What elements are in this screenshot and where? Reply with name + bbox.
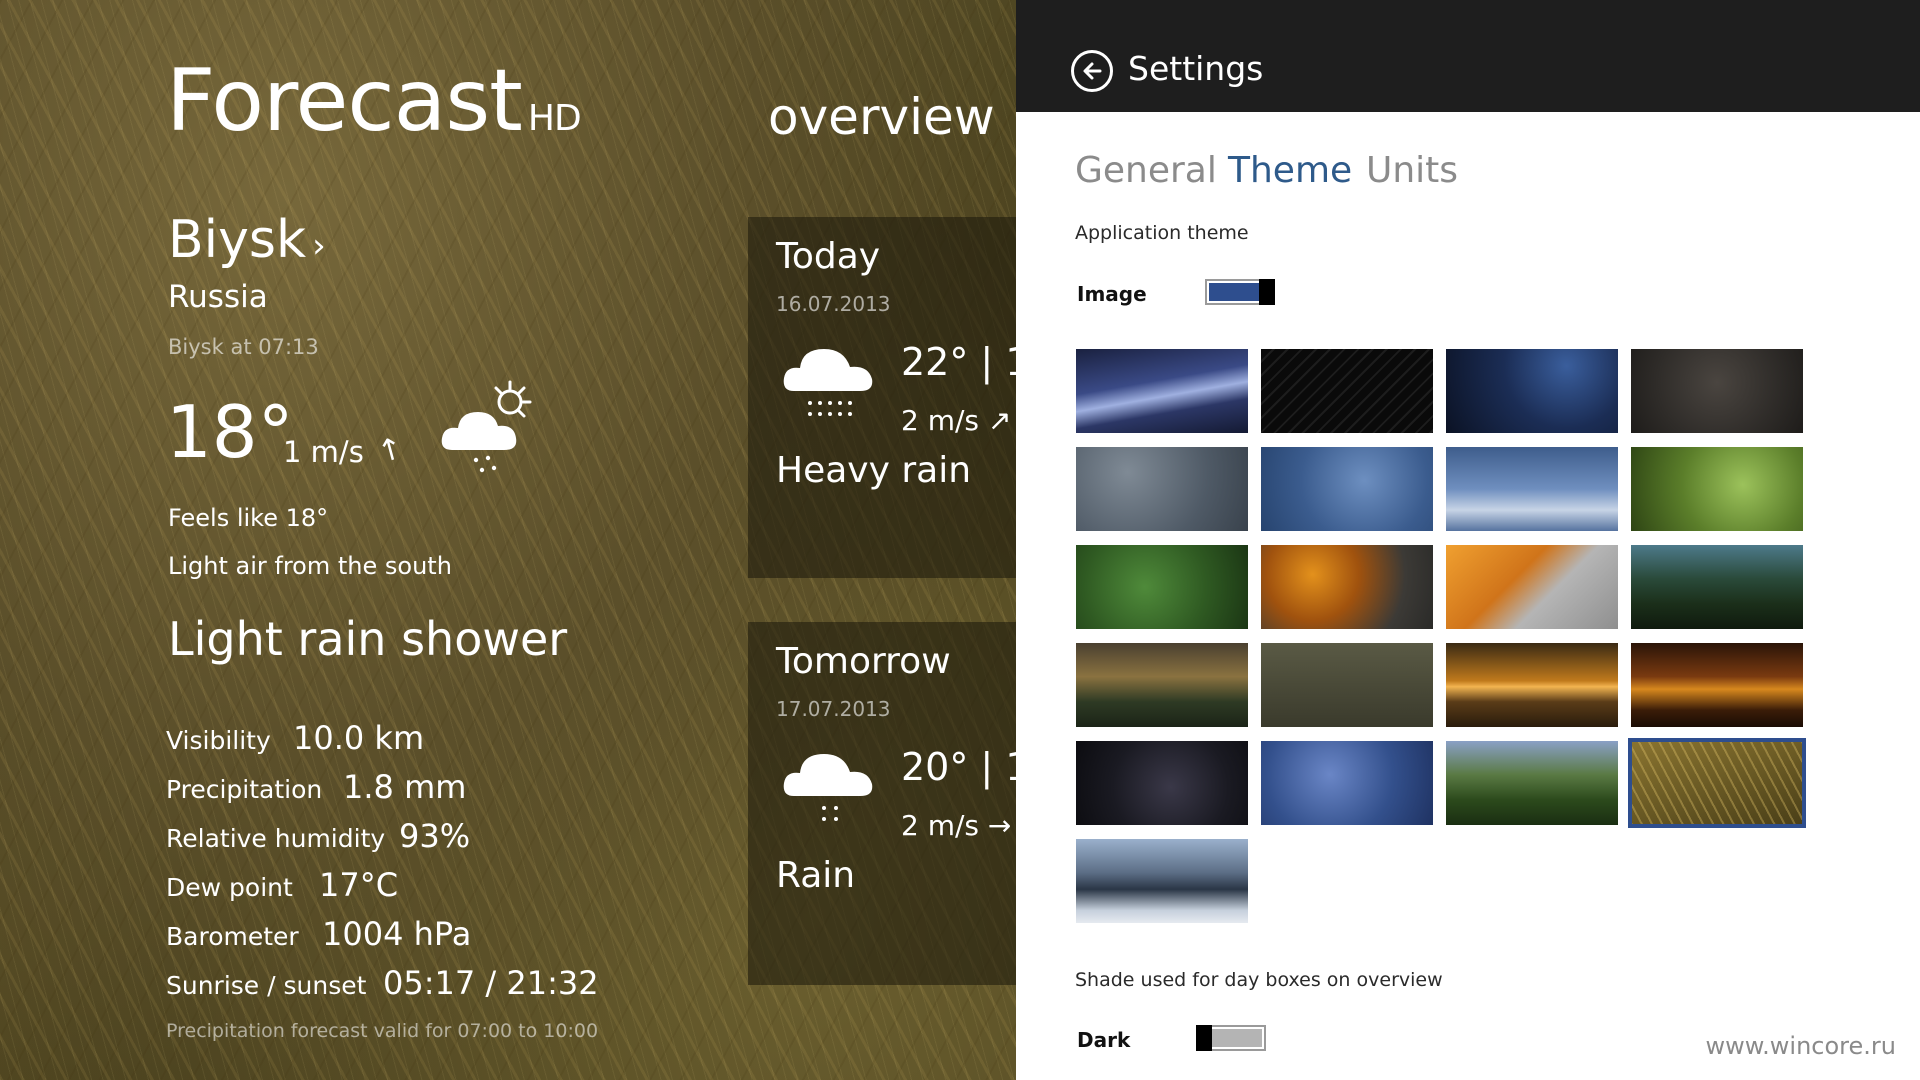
app-title-suffix: HD (527, 98, 582, 139)
dew-point-value: 17°C (319, 866, 399, 904)
wind-direction-icon: → (987, 809, 1012, 842)
theme-thumbnail-15[interactable] (1446, 643, 1618, 727)
sunrise-sunset-label: Sunrise / sunset (166, 971, 367, 1000)
tab-units[interactable]: Units (1366, 153, 1458, 189)
theme-thumbnail-2[interactable] (1261, 349, 1433, 433)
cloud-rain-icon (783, 754, 873, 821)
day-tile-tomorrow[interactable]: Tomorrow 17.07.2013 20° | 1 2 m/s → Rain (748, 622, 1016, 985)
application-theme-label: Application theme (1075, 222, 1249, 244)
theme-thumbnail-3[interactable] (1446, 349, 1618, 433)
theme-thumbnail-19[interactable] (1446, 741, 1618, 825)
visibility-label: Visibility (166, 726, 271, 755)
theme-thumbnail-1[interactable] (1076, 349, 1248, 433)
cloud-heavy-rain-icon (783, 349, 873, 416)
wind-description: Light air from the south (168, 552, 452, 580)
theme-thumbnail-10[interactable] (1261, 545, 1433, 629)
current-condition: Light rain shower (168, 612, 568, 666)
section-title: overview (768, 88, 995, 146)
visibility-value: 10.0 km (293, 719, 425, 757)
image-toggle-label: Image (1077, 282, 1147, 306)
day-wind-speed: 2 m/s (901, 809, 980, 842)
forecast-validity-note: Precipitation forecast valid for 07:00 t… (166, 1020, 599, 1042)
precipitation-value: 1.8 mm (343, 768, 467, 806)
back-button[interactable] (1071, 50, 1113, 92)
precipitation-label: Precipitation (166, 775, 323, 804)
dew-point-label: Dew point (166, 873, 293, 902)
current-temperature: 18° (166, 390, 294, 474)
theme-thumbnail-16[interactable] (1631, 643, 1803, 727)
theme-thumbnail-21[interactable] (1076, 839, 1248, 923)
barometer-label: Barometer (166, 922, 299, 951)
feels-like: Feels like 18° (168, 504, 329, 532)
city-selector[interactable]: Biysk › (168, 214, 326, 266)
forecast-app: Forecast HD overview Biysk › Russia Biysk … (0, 0, 1016, 1080)
wind-direction-icon: ↑ (373, 430, 408, 471)
tab-theme[interactable]: Theme (1228, 153, 1352, 189)
settings-flyout: Settings General Theme Units Application… (1016, 0, 1920, 1080)
barometer-value: 1004 hPa (322, 915, 472, 953)
shade-label: Shade used for day boxes on overview (1075, 969, 1443, 991)
image-toggle[interactable] (1205, 279, 1275, 305)
theme-thumbnail-5[interactable] (1076, 447, 1248, 531)
current-wind-speed: 1 m/s (283, 435, 364, 469)
watermark: www.wincore.ru (1705, 1032, 1896, 1060)
day-temperatures: 22° | 1 (901, 340, 1016, 384)
settings-header: Settings (1016, 0, 1920, 112)
day-condition: Heavy rain (776, 450, 972, 491)
shade-toggle[interactable] (1196, 1025, 1266, 1051)
day-tile-today[interactable]: Today 16.07.2013 22° | 1 2 m/s ↗ Heavy r… (748, 217, 1016, 578)
city-name: Biysk (168, 210, 307, 270)
tab-general[interactable]: General (1075, 153, 1217, 189)
theme-thumbnail-4[interactable] (1631, 349, 1803, 433)
theme-thumbnail-20[interactable] (1628, 738, 1806, 828)
theme-thumbnail-11[interactable] (1446, 545, 1618, 629)
humidity-label: Relative humidity (166, 824, 386, 853)
day-date: 16.07.2013 (776, 292, 891, 316)
toggle-thumb (1259, 279, 1275, 305)
theme-thumbnail-7[interactable] (1446, 447, 1618, 531)
theme-thumbnail-18[interactable] (1261, 741, 1433, 825)
theme-thumbnail-12[interactable] (1631, 545, 1803, 629)
theme-thumbnail-8[interactable] (1631, 447, 1803, 531)
toggle-thumb (1196, 1025, 1212, 1051)
day-wind: 2 m/s → (901, 812, 1011, 840)
wind-direction-icon: ↗ (987, 404, 1012, 437)
app-title: Forecast HD (166, 58, 582, 144)
day-name: Today (776, 236, 881, 277)
observation-time: Biysk at 07:13 (168, 335, 319, 359)
theme-thumbnail-13[interactable] (1076, 643, 1248, 727)
humidity-value: 93% (399, 817, 471, 855)
day-name: Tomorrow (776, 641, 951, 682)
day-temperatures: 20° | 1 (901, 745, 1016, 789)
theme-thumbnail-17[interactable] (1076, 741, 1248, 825)
theme-thumbnail-6[interactable] (1261, 447, 1433, 531)
theme-thumbnail-9[interactable] (1076, 545, 1248, 629)
settings-title: Settings (1128, 49, 1264, 88)
sunrise-sunset-value: 05:17 / 21:32 (383, 964, 599, 1002)
shade-toggle-label: Dark (1077, 1028, 1131, 1052)
partly-cloudy-drizzle-icon (441, 380, 532, 473)
country-name: Russia (168, 279, 268, 315)
day-condition: Rain (776, 855, 856, 896)
day-wind: 2 m/s ↗ (901, 407, 1011, 435)
app-title-text: Forecast (166, 51, 523, 151)
day-wind-speed: 2 m/s (901, 404, 980, 437)
arrow-left-icon (1083, 62, 1102, 80)
theme-thumbnail-14[interactable] (1261, 643, 1433, 727)
chevron-right-icon: › (312, 226, 326, 266)
day-date: 17.07.2013 (776, 697, 891, 721)
